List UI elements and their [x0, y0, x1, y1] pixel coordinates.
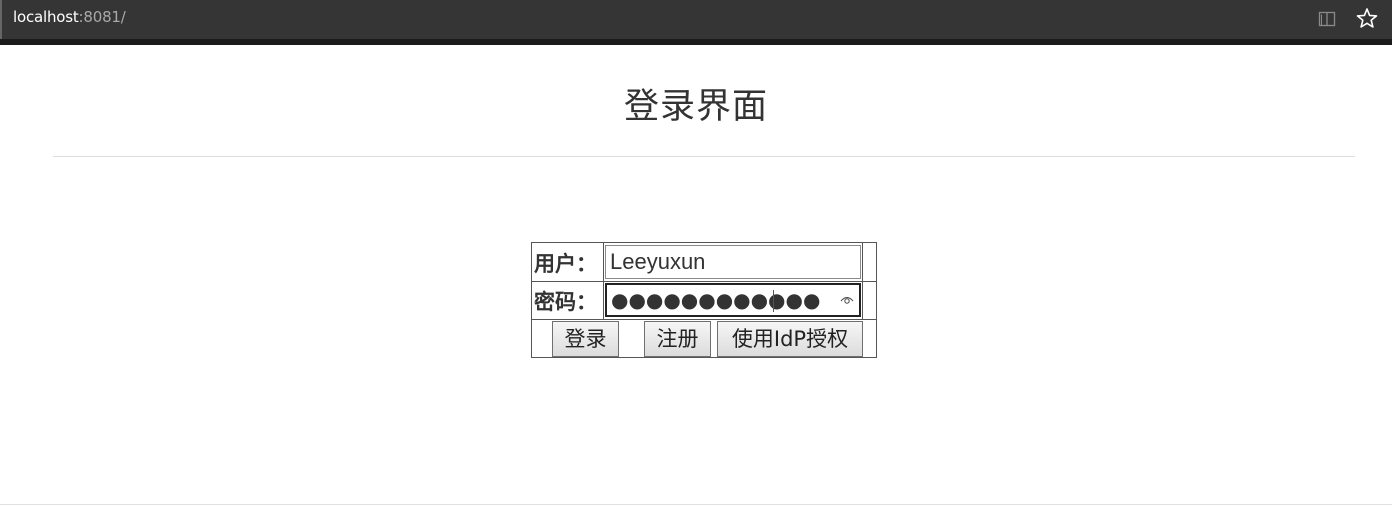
table-column-divider: [862, 243, 863, 319]
favorite-star-icon[interactable]: [1356, 7, 1378, 29]
reading-view-icon[interactable]: [1318, 10, 1336, 28]
password-label: 密码：: [534, 290, 597, 314]
url-port-path: :8081/: [78, 8, 126, 26]
table-row-divider: [532, 319, 876, 320]
address-bar: localhost:8081/: [0, 0, 1392, 39]
username-label: 用户：: [534, 252, 597, 276]
page-bottom-border: [0, 504, 1392, 505]
page-title: 登录界面: [623, 87, 768, 127]
table-column-divider: [603, 243, 604, 319]
url-host: localhost: [13, 8, 79, 26]
password-input[interactable]: ●●●●●●●●●●●●: [605, 283, 861, 317]
title-divider: [53, 156, 1355, 157]
url-field[interactable]: localhost:8081/: [0, 0, 1300, 39]
username-field-box: [605, 245, 861, 279]
toolbar-shadow: [0, 39, 1392, 45]
url-text: localhost:8081/: [13, 8, 126, 26]
reveal-password-eye-icon[interactable]: [840, 294, 854, 306]
login-form-table: 用户： 密码： ●●●●●●●●●●●● 登录 注册 使用IdP授权: [531, 242, 877, 358]
idp-authorize-button[interactable]: 使用IdP授权: [717, 321, 863, 357]
username-input[interactable]: [606, 246, 860, 278]
password-mask: ●●●●●●●●●●●●: [611, 288, 821, 312]
login-button[interactable]: 登录: [552, 321, 619, 357]
register-button[interactable]: 注册: [644, 321, 711, 357]
table-row-divider: [532, 281, 876, 282]
text-caret: [773, 290, 774, 312]
